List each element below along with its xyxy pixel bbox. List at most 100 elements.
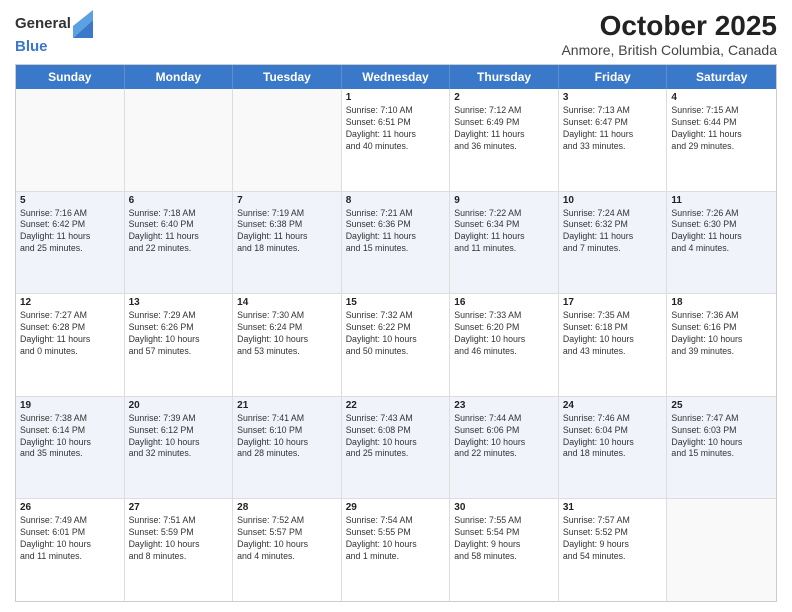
cell-date: 22 bbox=[346, 400, 446, 411]
calendar-cell: 14 Sunrise: 7:30 AM Sunset: 6:24 PM Dayli… bbox=[233, 294, 342, 396]
cell-date: 24 bbox=[563, 400, 663, 411]
cell-info: Sunrise: 7:12 AM Sunset: 6:49 PM Dayligh… bbox=[454, 105, 554, 153]
calendar-row: 12 Sunrise: 7:27 AM Sunset: 6:28 PM Dayli… bbox=[16, 294, 776, 397]
calendar-cell: 26 Sunrise: 7:49 AM Sunset: 6:01 PM Dayli… bbox=[16, 499, 125, 601]
day-header: Wednesday bbox=[342, 65, 451, 89]
logo-general-text: General bbox=[15, 16, 71, 33]
cell-info: Sunrise: 7:19 AM Sunset: 6:38 PM Dayligh… bbox=[237, 208, 337, 256]
cell-info: Sunrise: 7:30 AM Sunset: 6:24 PM Dayligh… bbox=[237, 310, 337, 358]
cell-info: Sunrise: 7:18 AM Sunset: 6:40 PM Dayligh… bbox=[129, 208, 229, 256]
calendar-cell: 19 Sunrise: 7:38 AM Sunset: 6:14 PM Dayli… bbox=[16, 397, 125, 499]
calendar-cell: 12 Sunrise: 7:27 AM Sunset: 6:28 PM Dayli… bbox=[16, 294, 125, 396]
cell-info: Sunrise: 7:24 AM Sunset: 6:32 PM Dayligh… bbox=[563, 208, 663, 256]
cell-info: Sunrise: 7:47 AM Sunset: 6:03 PM Dayligh… bbox=[671, 413, 772, 461]
calendar-cell: 23 Sunrise: 7:44 AM Sunset: 6:06 PM Dayli… bbox=[450, 397, 559, 499]
cell-info: Sunrise: 7:51 AM Sunset: 5:59 PM Dayligh… bbox=[129, 515, 229, 563]
cell-info: Sunrise: 7:29 AM Sunset: 6:26 PM Dayligh… bbox=[129, 310, 229, 358]
subtitle: Anmore, British Columbia, Canada bbox=[561, 42, 777, 58]
cell-date: 12 bbox=[20, 297, 120, 308]
calendar-cell: 5 Sunrise: 7:16 AM Sunset: 6:42 PM Daylig… bbox=[16, 192, 125, 294]
calendar-body: 1Sunrise: 7:10 AM Sunset: 6:51 PM Daylig… bbox=[16, 89, 776, 601]
cell-date: 25 bbox=[671, 400, 772, 411]
cell-date: 16 bbox=[454, 297, 554, 308]
cell-info: Sunrise: 7:36 AM Sunset: 6:16 PM Dayligh… bbox=[671, 310, 772, 358]
calendar-cell: 30 Sunrise: 7:55 AM Sunset: 5:54 PM Dayli… bbox=[450, 499, 559, 601]
cell-info: Sunrise: 7:13 AM Sunset: 6:47 PM Dayligh… bbox=[563, 105, 663, 153]
cell-info: Sunrise: 7:27 AM Sunset: 6:28 PM Dayligh… bbox=[20, 310, 120, 358]
day-header: Thursday bbox=[450, 65, 559, 89]
cell-info: Sunrise: 7:54 AM Sunset: 5:55 PM Dayligh… bbox=[346, 515, 446, 563]
cell-info: Sunrise: 7:32 AM Sunset: 6:22 PM Dayligh… bbox=[346, 310, 446, 358]
cell-info: Sunrise: 7:39 AM Sunset: 6:12 PM Dayligh… bbox=[129, 413, 229, 461]
cell-date: 8 bbox=[346, 195, 446, 206]
cell-info: Sunrise: 7:22 AM Sunset: 6:34 PM Dayligh… bbox=[454, 208, 554, 256]
cell-info: Sunrise: 7:52 AM Sunset: 5:57 PM Dayligh… bbox=[237, 515, 337, 563]
calendar-cell: 13 Sunrise: 7:29 AM Sunset: 6:26 PM Dayli… bbox=[125, 294, 234, 396]
logo: General Blue bbox=[15, 10, 93, 56]
logo-icon bbox=[73, 10, 93, 38]
logo-blue-text: Blue bbox=[15, 38, 48, 55]
cell-date: 19 bbox=[20, 400, 120, 411]
calendar-cell: 9 Sunrise: 7:22 AM Sunset: 6:34 PM Daylig… bbox=[450, 192, 559, 294]
cell-date: 5 bbox=[20, 195, 120, 206]
cell-date: 14 bbox=[237, 297, 337, 308]
day-headers: SundayMondayTuesdayWednesdayThursdayFrid… bbox=[16, 65, 776, 89]
cell-date: 23 bbox=[454, 400, 554, 411]
calendar-cell: 22Sunrise: 7:43 AM Sunset: 6:08 PM Dayli… bbox=[342, 397, 451, 499]
calendar-cell: 1Sunrise: 7:10 AM Sunset: 6:51 PM Daylig… bbox=[342, 89, 451, 191]
cell-date: 17 bbox=[563, 297, 663, 308]
calendar-cell: 24 Sunrise: 7:46 AM Sunset: 6:04 PM Dayli… bbox=[559, 397, 668, 499]
calendar-row: 5 Sunrise: 7:16 AM Sunset: 6:42 PM Daylig… bbox=[16, 192, 776, 295]
calendar-cell: 8 Sunrise: 7:21 AM Sunset: 6:36 PM Daylig… bbox=[342, 192, 451, 294]
calendar-cell: 25 Sunrise: 7:47 AM Sunset: 6:03 PM Dayli… bbox=[667, 397, 776, 499]
title-section: October 2025 Anmore, British Columbia, C… bbox=[561, 10, 777, 58]
cell-date: 30 bbox=[454, 502, 554, 513]
calendar-cell: 6 Sunrise: 7:18 AM Sunset: 6:40 PM Daylig… bbox=[125, 192, 234, 294]
cell-date: 29 bbox=[346, 502, 446, 513]
cell-date: 3 bbox=[563, 92, 663, 103]
calendar-row: 1Sunrise: 7:10 AM Sunset: 6:51 PM Daylig… bbox=[16, 89, 776, 192]
calendar-cell bbox=[667, 499, 776, 601]
cell-date: 15 bbox=[346, 297, 446, 308]
cell-date: 13 bbox=[129, 297, 229, 308]
cell-date: 26 bbox=[20, 502, 120, 513]
cell-info: Sunrise: 7:16 AM Sunset: 6:42 PM Dayligh… bbox=[20, 208, 120, 256]
day-header: Sunday bbox=[16, 65, 125, 89]
calendar-cell: 11Sunrise: 7:26 AM Sunset: 6:30 PM Dayli… bbox=[667, 192, 776, 294]
cell-date: 2 bbox=[454, 92, 554, 103]
cell-date: 31 bbox=[563, 502, 663, 513]
cell-date: 9 bbox=[454, 195, 554, 206]
cell-date: 18 bbox=[671, 297, 772, 308]
calendar-cell: 28Sunrise: 7:52 AM Sunset: 5:57 PM Dayli… bbox=[233, 499, 342, 601]
calendar-cell bbox=[16, 89, 125, 191]
cell-info: Sunrise: 7:46 AM Sunset: 6:04 PM Dayligh… bbox=[563, 413, 663, 461]
cell-date: 6 bbox=[129, 195, 229, 206]
cell-info: Sunrise: 7:38 AM Sunset: 6:14 PM Dayligh… bbox=[20, 413, 120, 461]
cell-info: Sunrise: 7:49 AM Sunset: 6:01 PM Dayligh… bbox=[20, 515, 120, 563]
cell-date: 20 bbox=[129, 400, 229, 411]
cell-info: Sunrise: 7:44 AM Sunset: 6:06 PM Dayligh… bbox=[454, 413, 554, 461]
calendar-cell: 3 Sunrise: 7:13 AM Sunset: 6:47 PM Daylig… bbox=[559, 89, 668, 191]
calendar-cell: 29 Sunrise: 7:54 AM Sunset: 5:55 PM Dayli… bbox=[342, 499, 451, 601]
calendar-cell: 15 Sunrise: 7:32 AM Sunset: 6:22 PM Dayli… bbox=[342, 294, 451, 396]
calendar-cell bbox=[125, 89, 234, 191]
cell-info: Sunrise: 7:15 AM Sunset: 6:44 PM Dayligh… bbox=[671, 105, 772, 153]
day-header: Saturday bbox=[667, 65, 776, 89]
day-header: Tuesday bbox=[233, 65, 342, 89]
cell-info: Sunrise: 7:21 AM Sunset: 6:36 PM Dayligh… bbox=[346, 208, 446, 256]
calendar: SundayMondayTuesdayWednesdayThursdayFrid… bbox=[15, 64, 777, 602]
cell-info: Sunrise: 7:10 AM Sunset: 6:51 PM Dayligh… bbox=[346, 105, 446, 153]
calendar-cell: 21Sunrise: 7:41 AM Sunset: 6:10 PM Dayli… bbox=[233, 397, 342, 499]
cell-info: Sunrise: 7:35 AM Sunset: 6:18 PM Dayligh… bbox=[563, 310, 663, 358]
calendar-cell: 16Sunrise: 7:33 AM Sunset: 6:20 PM Dayli… bbox=[450, 294, 559, 396]
calendar-cell: 20 Sunrise: 7:39 AM Sunset: 6:12 PM Dayli… bbox=[125, 397, 234, 499]
calendar-cell: 27Sunrise: 7:51 AM Sunset: 5:59 PM Dayli… bbox=[125, 499, 234, 601]
calendar-cell: 4Sunrise: 7:15 AM Sunset: 6:44 PM Daylig… bbox=[667, 89, 776, 191]
cell-info: Sunrise: 7:55 AM Sunset: 5:54 PM Dayligh… bbox=[454, 515, 554, 563]
main-title: October 2025 bbox=[561, 10, 777, 42]
cell-date: 10 bbox=[563, 195, 663, 206]
calendar-cell bbox=[233, 89, 342, 191]
cell-info: Sunrise: 7:57 AM Sunset: 5:52 PM Dayligh… bbox=[563, 515, 663, 563]
calendar-row: 19 Sunrise: 7:38 AM Sunset: 6:14 PM Dayli… bbox=[16, 397, 776, 500]
cell-date: 11 bbox=[671, 195, 772, 206]
